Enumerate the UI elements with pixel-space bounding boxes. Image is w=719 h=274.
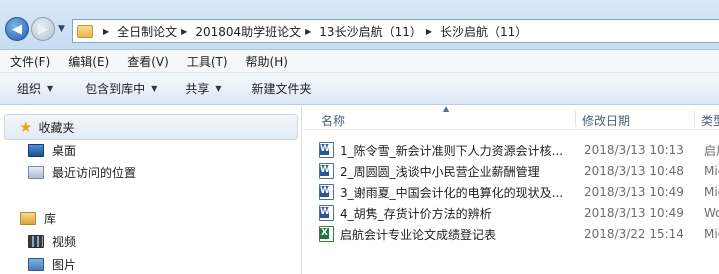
word-document-icon: [319, 184, 334, 200]
file-name: 4_胡隽_存货计价方法的辨析: [340, 206, 492, 221]
menu-view[interactable]: 查看(V): [127, 53, 169, 70]
address-bar[interactable]: ▶ 全日制论文 ▶ 201804助学班论文 ▶ 13长沙启航（11） ▶ 长沙启…: [72, 19, 719, 43]
nav-item-label: 图片: [52, 257, 77, 272]
chevron-right-icon[interactable]: ▶: [103, 27, 109, 36]
command-toolbar: 组织 ▼ 包含到库中 ▼ 共享 ▼ 新建文件夹: [0, 73, 719, 105]
file-date: 2018/3/13 10:48: [584, 164, 684, 178]
share-label: 共享: [185, 82, 210, 96]
column-header-row: ▲ 名称 修改日期 类型: [303, 104, 719, 130]
file-name: 启航会计专业论文成绩登记表: [340, 227, 497, 242]
recent-places-icon: [28, 165, 44, 179]
include-library-button[interactable]: 包含到库中 ▼: [85, 80, 157, 97]
column-name[interactable]: 名称: [321, 112, 345, 129]
chevron-right-icon[interactable]: ▶: [305, 27, 311, 36]
file-row[interactable]: 2_周圆圆_浅谈中小民营企业薪酬管理 2018/3/13 10:48 Mic: [319, 161, 719, 181]
forward-button[interactable]: ▶: [31, 17, 55, 41]
chevron-right-icon[interactable]: ▶: [181, 27, 187, 36]
column-type[interactable]: 类型: [701, 112, 719, 129]
new-folder-button[interactable]: 新建文件夹: [252, 80, 312, 97]
file-type: 启用: [704, 143, 719, 158]
breadcrumb-item[interactable]: 201804助学班论文: [195, 23, 301, 40]
menu-help[interactable]: 帮助(H): [246, 53, 288, 70]
navigation-pane: ★ 收藏夹 桌面 最近访问的位置 库 视频 图片: [0, 106, 302, 274]
back-arrow-icon: ◀: [12, 21, 22, 37]
nav-item-label: 桌面: [52, 143, 77, 158]
menu-tools[interactable]: 工具(T): [187, 53, 228, 70]
include-library-label: 包含到库中: [85, 82, 146, 96]
favorites-header[interactable]: ★ 收藏夹: [4, 114, 298, 140]
file-date: 2018/3/13 10:13: [584, 143, 684, 157]
menu-file[interactable]: 文件(F): [10, 53, 50, 70]
chevron-down-icon: ▼: [151, 84, 158, 93]
word-document-icon: [319, 142, 334, 158]
favorites-label: 收藏夹: [38, 120, 75, 135]
library-icon: [20, 211, 36, 225]
desktop-icon: [28, 143, 44, 157]
file-type: Wo: [704, 206, 719, 220]
file-row[interactable]: 4_胡隽_存货计价方法的辨析 2018/3/13 10:49 Wo: [319, 203, 719, 223]
nav-item-recent[interactable]: 最近访问的位置: [28, 162, 136, 182]
file-list: ▲ 名称 修改日期 类型 1_陈令雪_新会计准则下人力资源会计核... 2018…: [303, 104, 719, 274]
chevron-right-icon[interactable]: ▶: [426, 27, 432, 36]
file-type: Mic: [704, 227, 719, 241]
file-date: 2018/3/13 10:49: [584, 206, 684, 220]
word-document-icon: [319, 205, 334, 221]
star-icon: ★: [19, 118, 33, 136]
column-divider[interactable]: [694, 110, 695, 127]
file-name: 3_谢雨夏_中国会计化的电算化的现状及...: [340, 185, 564, 200]
nav-item-desktop[interactable]: 桌面: [28, 140, 76, 160]
breadcrumb-item[interactable]: 全日制论文: [117, 23, 177, 40]
nav-item-label: 视频: [52, 234, 77, 249]
file-name: 1_陈令雪_新会计准则下人力资源会计核...: [340, 143, 564, 158]
nav-item-library[interactable]: 库: [20, 208, 56, 228]
column-divider[interactable]: [575, 110, 576, 127]
back-button[interactable]: ◀: [5, 17, 29, 41]
file-row[interactable]: 启航会计专业论文成绩登记表 2018/3/22 15:14 Mic: [319, 224, 719, 244]
excel-spreadsheet-icon: [319, 226, 334, 242]
file-row[interactable]: 1_陈令雪_新会计准则下人力资源会计核... 2018/3/13 10:13 启…: [319, 140, 719, 160]
menu-bar: 文件(F) 编辑(E) 查看(V) 工具(T) 帮助(H): [0, 50, 719, 73]
file-type: Mic: [704, 164, 719, 178]
breadcrumb-item[interactable]: 13长沙启航（11）: [319, 23, 422, 40]
sort-ascending-icon: ▲: [443, 104, 450, 113]
nav-item-label: 库: [44, 211, 57, 226]
pictures-icon: [28, 257, 44, 271]
nav-item-pictures[interactable]: 图片: [28, 254, 76, 274]
column-date[interactable]: 修改日期: [582, 112, 630, 129]
menu-edit[interactable]: 编辑(E): [68, 53, 109, 70]
file-type: Mic: [704, 185, 719, 199]
video-icon: [28, 234, 44, 248]
file-date: 2018/3/22 15:14: [584, 227, 684, 241]
nav-item-videos[interactable]: 视频: [28, 231, 76, 251]
file-name: 2_周圆圆_浅谈中小民营企业薪酬管理: [340, 164, 540, 179]
file-row[interactable]: 3_谢雨夏_中国会计化的电算化的现状及... 2018/3/13 10:49 M…: [319, 182, 719, 202]
organize-button[interactable]: 组织 ▼: [17, 80, 53, 97]
word-document-icon: [319, 163, 334, 179]
chevron-down-icon: ▼: [47, 84, 54, 93]
address-area: ◀ ▶ ▼ ▶ 全日制论文 ▶ 201804助学班论文 ▶ 13长沙启航（11）…: [0, 0, 719, 50]
forward-arrow-icon: ▶: [38, 21, 48, 37]
breadcrumb-item[interactable]: 长沙启航（11）: [440, 23, 527, 40]
history-dropdown-icon[interactable]: ▼: [58, 24, 65, 34]
chevron-down-icon: ▼: [215, 84, 222, 93]
organize-label: 组织: [17, 82, 42, 96]
folder-icon: [77, 24, 93, 38]
nav-item-label: 最近访问的位置: [52, 165, 137, 180]
share-button[interactable]: 共享 ▼: [185, 80, 221, 97]
file-date: 2018/3/13 10:49: [584, 185, 684, 199]
